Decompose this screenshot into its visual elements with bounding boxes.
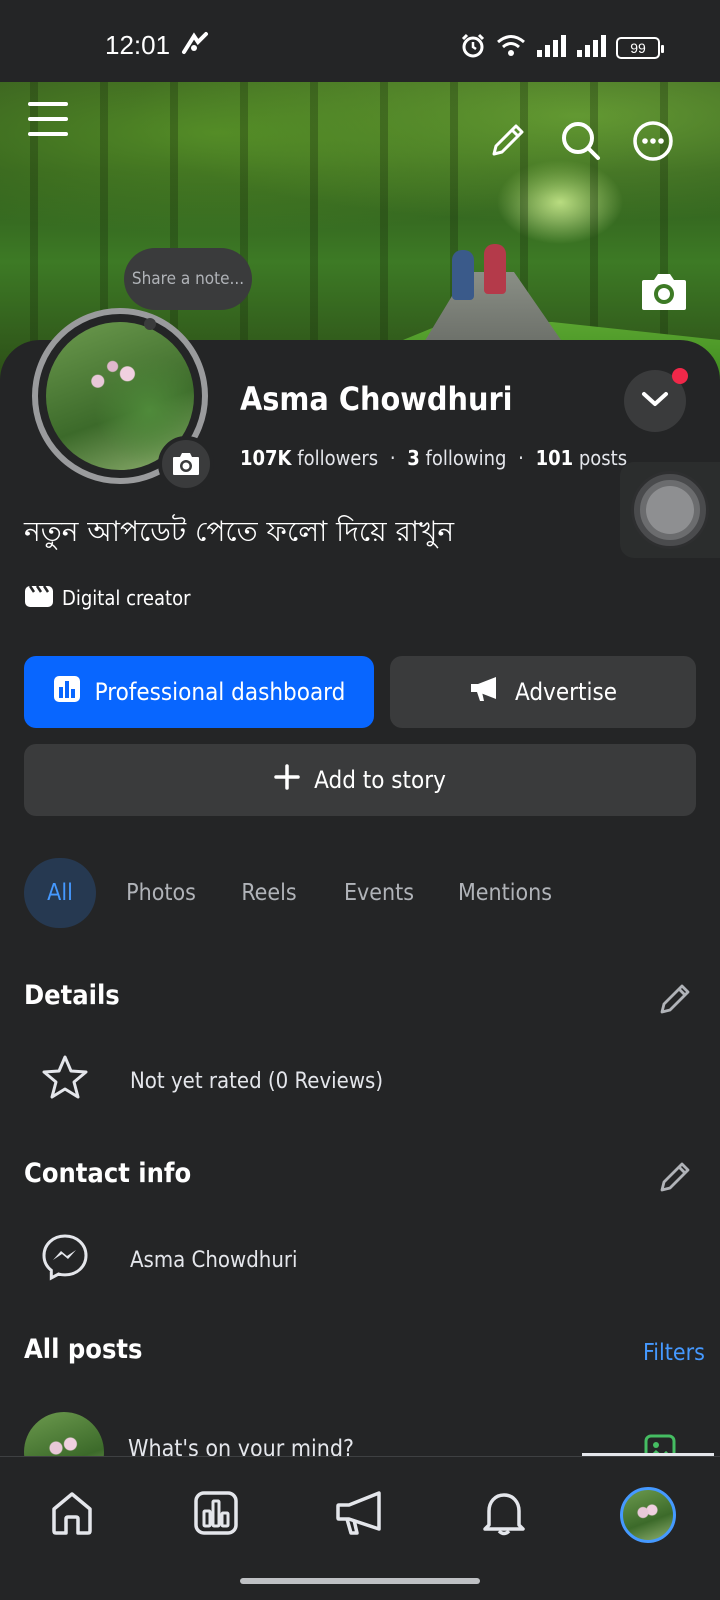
composer-prompt[interactable]: What's on your mind? [128,1436,354,1458]
messenger-row[interactable]: Asma Chowdhuri [40,1232,298,1288]
details-title: Details [24,980,120,1011]
search-icon[interactable] [560,120,602,166]
filters-link[interactable]: Filters [643,1340,705,1366]
rating-text: Not yet rated (0 Reviews) [130,1068,384,1094]
posts-label: posts [578,446,628,470]
add-to-story-label: Add to story [314,766,446,794]
profile-avatar [620,1487,676,1543]
tab-reels[interactable]: Reels [226,858,312,928]
clapperboard-icon [24,582,54,613]
profile-tabs: All Photos Reels Events Mentions [24,858,564,928]
profile-stats: 107K followers · 3 following · 101 posts [240,446,627,470]
category-label: Digital creator [62,585,191,610]
contact-info-title: Contact info [24,1158,192,1189]
chevron-down-icon [641,390,669,412]
composer-avatar [24,1412,104,1458]
notification-dot [672,368,688,384]
battery-indicator: 99 [616,37,664,59]
status-time: 12:01 [105,30,171,60]
share-note-bubble[interactable]: Share a note... [124,248,252,310]
following-count[interactable]: 3 [407,446,420,470]
tab-photos[interactable]: Photos [96,858,226,928]
tab-events[interactable]: Events [312,858,446,928]
assistive-touch-button[interactable] [620,462,720,558]
advertise-button[interactable]: Advertise [390,656,696,728]
add-to-story-button[interactable]: Add to story [24,744,696,816]
status-bar: 12:01 99 [0,0,720,82]
nav-advertise[interactable] [330,1485,390,1545]
posts-count: 101 [535,446,574,470]
wifi-icon [496,33,526,63]
rating-row: Not yet rated (0 Reviews) [40,1054,383,1108]
star-icon [40,1054,90,1108]
bell-icon [481,1489,527,1541]
menu-icon[interactable] [28,100,68,142]
tab-mentions[interactable]: Mentions [446,858,564,928]
home-gesture-bar[interactable] [240,1578,480,1584]
tab-all[interactable]: All [24,858,96,928]
professional-dashboard-button[interactable]: Professional dashboard [24,656,374,728]
profile-category: Digital creator [24,582,190,613]
signal-icon-2 [576,35,606,61]
edit-profile-icon[interactable] [488,120,528,164]
plus-icon [274,764,300,796]
nav-dashboard[interactable] [186,1485,246,1545]
post-composer[interactable]: What's on your mind? [24,1412,720,1458]
edit-details-icon[interactable] [658,980,694,1020]
dashboard-icon [193,1490,239,1540]
followers-count[interactable]: 107K [240,446,292,470]
stats-separator-2: · [518,446,524,470]
nav-profile[interactable] [618,1485,678,1545]
following-label[interactable]: following [426,446,507,470]
avatar-camera-icon[interactable] [158,436,214,492]
alarm-icon [460,33,486,63]
messenger-icon [40,1232,90,1288]
profile-name: Asma Chowdhuri [240,380,513,418]
megaphone-icon [469,675,501,709]
all-posts-title: All posts [24,1334,143,1365]
more-options-icon[interactable] [632,120,674,166]
active-tab-indicator [582,1453,714,1456]
nav-notifications[interactable] [474,1485,534,1545]
note-bubble-tail [144,318,156,330]
nav-home[interactable] [42,1485,102,1545]
dashboard-icon [53,675,81,709]
stats-separator: · [389,446,396,470]
advertise-label: Advertise [515,678,617,706]
followers-label[interactable]: followers [297,446,378,470]
edit-contact-icon[interactable] [658,1158,694,1198]
carrier-icon [180,30,210,60]
home-icon [48,1489,96,1541]
messenger-name: Asma Chowdhuri [130,1247,298,1273]
dashboard-label: Professional dashboard [94,678,346,706]
profile-bio: নতুন আপডেট পেতে ফলো দিয়ে রাখুন [24,515,455,548]
cover-camera-icon[interactable] [640,270,688,316]
signal-icon [536,35,566,61]
megaphone-icon [335,1489,385,1541]
